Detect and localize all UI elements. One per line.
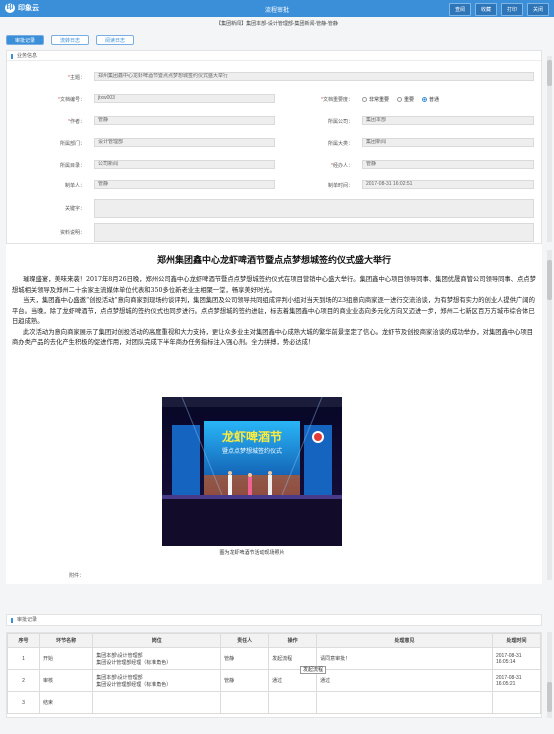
importance-option-important[interactable]: 重要 (397, 96, 414, 103)
time-label: 制单时间： (327, 183, 353, 189)
col-no: 序号 (7, 633, 40, 648)
tab-approval-records[interactable]: 审批记录 (6, 35, 44, 45)
article-paragraph: 当天，集团鑫中心盛邀“创投活动”意向商家到现场约谈评判，集团集团及公司领导共同组… (12, 297, 535, 325)
category-row: 所属目录： 公司新闻 *经办人： 管静 (7, 159, 543, 172)
dept-field[interactable]: 设计管理部 (94, 138, 275, 147)
article-body: 璀璨盛宴，美味来袭！2017年8月26日晚，郑州公司鑫中心龙虾啤酒节暨点点梦想城… (12, 275, 536, 349)
radio-icon (397, 97, 403, 102)
approval-records-header: 审批记录 (6, 614, 542, 626)
article-paragraph: 此次活动为意向商家展示了集团对创投活动的高度重视和大力支持，更让众多业主对集团鑫… (12, 328, 534, 347)
editor-label: 制单人： (64, 183, 85, 189)
importance-label: 文档重要度： (322, 97, 353, 103)
scrollbar-thumb[interactable] (547, 260, 552, 300)
doc-no-field[interactable]: jtxw003 (94, 94, 275, 103)
table-row: 1 开始 集团本部\设计管理部 集团设计管理部经理（标准角色） 管静 发起流程 请… (7, 647, 542, 670)
attachment-row: 附件： (6, 569, 542, 584)
article-content: 郑州集团鑫中心龙虾啤酒节暨点点梦想城签约仪式盛大举行 璀璨盛宴，美味来袭！201… (6, 244, 542, 584)
business-info-title: 业务信息 (7, 51, 541, 61)
summary-label: 资料说明： (59, 230, 85, 236)
keywords-field[interactable] (94, 199, 534, 218)
col-step: 环节名称 (38, 633, 94, 648)
photo-sign: 龙虾啤酒节 (222, 429, 282, 444)
tab-flow-log[interactable]: 流转日志 (51, 35, 89, 45)
business-info-panel: 业务信息 *主题： 郑州集团鑫中心龙虾啤酒节暨点点梦想城签约仪式盛大举行 *文档… (6, 50, 542, 244)
photo-caption: 图为龙虾啤酒节活动现场照片 (219, 550, 285, 556)
approval-records-table: 序号 环节名称 岗位 责任人 操作 处理意见 处理时间 1 开始 集团本部\设计… (6, 632, 542, 718)
table-row: 3 结束 (7, 691, 542, 714)
company-label: 所属公司： (327, 119, 353, 125)
business-info-form: *主题： 郑州集团鑫中心龙虾啤酒节暨点点梦想城签约仪式盛大举行 *文档编号： j… (7, 61, 543, 242)
col-time: 处理时间 (491, 633, 542, 648)
radio-selected-icon (422, 97, 428, 102)
scrollbar-thumb[interactable] (547, 60, 552, 86)
top-actions: 查阅 收藏 打印 关闭 (448, 3, 549, 16)
author-label: 作者： (69, 119, 85, 125)
importance-option-very-important[interactable]: 非常重要 (362, 96, 389, 103)
subject-label: 主题： (69, 75, 85, 81)
handler-field[interactable]: 管静 (362, 160, 534, 169)
company-field[interactable]: 集团本部 (362, 116, 534, 125)
editor-row: 制单人： 管静 制单时间： 2017-08-31 16:02:51 (7, 179, 543, 192)
dept-label: 所属部门： (59, 141, 85, 147)
keywords-row: 关键字： (7, 199, 543, 221)
print-button[interactable]: 打印 (500, 3, 523, 16)
keywords-label: 关键字： (64, 206, 85, 212)
doc-no-label: 文档编号： (59, 97, 85, 103)
radio-icon (362, 97, 367, 102)
favorite-button[interactable]: 收藏 (474, 3, 497, 16)
article-title: 郑州集团鑫中心龙虾啤酒节暨点点梦想城签约仪式盛大举行 (156, 255, 391, 265)
photo-sub: 暨点点梦想城签约仪式 (222, 447, 282, 455)
attachment-label: 附件： (68, 573, 84, 579)
category-label: 所属目录： (59, 163, 85, 169)
author-field[interactable]: 管静 (94, 116, 275, 125)
col-person: 责任人 (220, 633, 270, 648)
importance-option-normal[interactable]: 普通 (422, 96, 439, 103)
summary-row: 资料说明： (7, 223, 543, 245)
table-row: 2 审核 集团本部\设计管理部 集团设计管理部经理（标准角色） 管静 通过 通过 … (7, 669, 542, 692)
editor-field[interactable]: 管静 (94, 180, 275, 189)
scrollbar-thumb[interactable] (547, 682, 552, 712)
summary-field[interactable] (94, 223, 534, 242)
dept-row: 所属部门： 设计管理部 所属大类： 集团新闻 (7, 137, 543, 150)
form-scrollbar[interactable] (547, 56, 552, 242)
author-row: *作者： 管静 所属公司： 集团本部 (7, 115, 543, 128)
stage-image: 龙虾啤酒节 暨点点梦想城签约仪式 (162, 397, 342, 546)
top-bar: 印 印象云 流程审批 查阅 收藏 打印 关闭 (0, 0, 554, 17)
tab-read-log[interactable]: 阅读日志 (96, 35, 134, 45)
event-photo: 龙虾啤酒节 暨点点梦想城签约仪式 (162, 397, 342, 546)
col-post: 岗位 (92, 633, 222, 648)
col-opinion: 处理意见 (316, 633, 493, 648)
tab-bar: 审批记录 流转日志 阅读日志 (6, 35, 134, 45)
time-field[interactable]: 2017-08-31 16:02:51 (362, 180, 534, 189)
category-field[interactable]: 公司新闻 (94, 160, 275, 169)
table-scrollbar[interactable] (547, 632, 552, 718)
tooltip: 发起流程 (300, 666, 327, 674)
subject-row: *主题： 郑州集团鑫中心龙虾啤酒节暨点点梦想城签约仪式盛大举行 (7, 71, 543, 84)
doc-no-row: *文档编号： jtxw003 *文档重要度： 非常重要 重要 普通 (58, 94, 440, 103)
close-button[interactable]: 关闭 (526, 3, 549, 16)
center-label: 所属大类： (327, 141, 353, 147)
table-header-row: 序号 环节名称 岗位 责任人 操作 处理意见 处理时间 (7, 633, 542, 648)
approval-records-title: 审批记录 (7, 615, 541, 625)
center-field[interactable]: 集团新闻 (362, 138, 534, 147)
view-button[interactable]: 查阅 (448, 3, 471, 16)
document-breadcrumb: 【集团新闻】集团本部-设计管理部-集团新闻-管静-管静 (216, 21, 338, 27)
importance-radio-group: 非常重要 重要 普通 (362, 96, 439, 103)
col-action: 操作 (268, 633, 318, 648)
subject-field[interactable]: 郑州集团鑫中心龙虾啤酒节暨点点梦想城签约仪式盛大举行 (94, 72, 534, 81)
handler-label: 经办人： (332, 163, 353, 169)
article-paragraph: 璀璨盛宴，美味来袭！2017年8月26日晚，郑州公司鑫中心龙虾啤酒节暨点点梦想城… (12, 276, 536, 294)
article-scrollbar[interactable] (547, 250, 552, 580)
